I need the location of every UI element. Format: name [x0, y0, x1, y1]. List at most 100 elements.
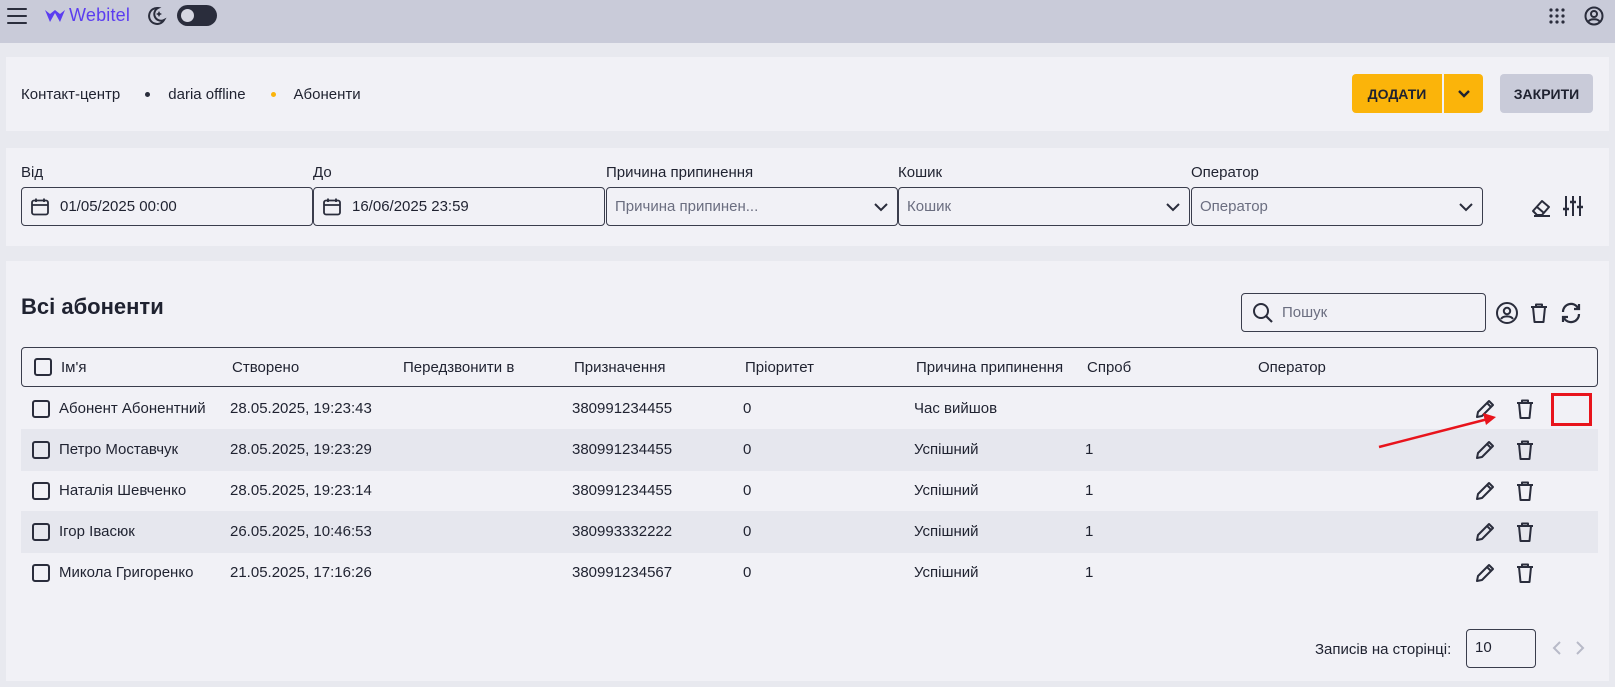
table-row[interactable]: Абонент Абонентний 28.05.2025, 19:23:43 38… — [21, 388, 1598, 430]
add-button[interactable]: ДОДАТИ — [1352, 74, 1442, 113]
account-icon[interactable] — [1584, 6, 1604, 26]
cell-attempts: 1 — [1085, 441, 1094, 458]
cell-destination: 380991234455 — [572, 400, 673, 417]
filter-settings-icon[interactable] — [1562, 194, 1584, 218]
cell-destination: 380991234567 — [572, 564, 673, 581]
reason-placeholder: Причина припинен... — [615, 198, 759, 215]
breadcrumb-item-contact-center[interactable]: Контакт-центр — [21, 86, 120, 103]
column-header-priority[interactable]: Пріоритет — [745, 359, 814, 376]
apps-grid-icon[interactable] — [1549, 8, 1565, 24]
search-input[interactable]: Пошук — [1241, 293, 1486, 332]
clear-filters-icon[interactable] — [1530, 196, 1552, 218]
menu-icon[interactable] — [7, 8, 27, 24]
cell-name: Ігор Івасюк — [59, 523, 135, 540]
row-checkbox[interactable] — [32, 564, 50, 582]
calendar-icon — [323, 198, 341, 215]
header-card: Контакт-центр daria offline Абоненти ДОД… — [6, 57, 1609, 131]
date-from-value: 01/05/2025 00:00 — [60, 198, 177, 215]
highlight-box — [1551, 393, 1592, 426]
cell-attempts: 1 — [1085, 482, 1094, 499]
delete-icon[interactable] — [1513, 438, 1537, 462]
cell-priority: 0 — [743, 564, 752, 581]
breadcrumb: Контакт-центр daria offline Абоненти — [21, 86, 361, 103]
row-checkbox[interactable] — [32, 482, 50, 500]
breadcrumb-item-queue[interactable]: daria offline — [168, 86, 245, 103]
breadcrumb-separator — [270, 92, 276, 97]
cell-name: Наталія Шевченко — [59, 482, 187, 499]
bucket-select[interactable]: Кошик — [898, 187, 1190, 226]
chevron-down-icon — [1457, 89, 1470, 98]
filter-to: До 16/06/2025 23:59 — [313, 164, 605, 226]
chevron-right-icon[interactable] — [1573, 640, 1587, 656]
logo[interactable]: Webitel — [45, 5, 130, 26]
operator-select[interactable]: Оператор — [1191, 187, 1483, 226]
row-checkbox[interactable] — [32, 400, 50, 418]
rows-per-page-select[interactable]: 10 — [1466, 629, 1536, 668]
select-all-checkbox[interactable] — [34, 358, 52, 376]
cell-reason: Успішний — [914, 441, 979, 458]
filter-to-label: До — [313, 164, 332, 181]
column-header-name[interactable]: Ім'я — [61, 359, 86, 376]
top-bar: Webitel — [0, 0, 1615, 43]
filter-bucket-label: Кошик — [898, 164, 943, 181]
cell-priority: 0 — [743, 441, 752, 458]
breadcrumb-item-current: Абоненти — [293, 86, 361, 103]
reset-user-icon[interactable] — [1495, 301, 1519, 325]
filter-from-label: Від — [21, 164, 44, 181]
filter-reason: Причина припинення Причина припинен... — [606, 164, 898, 226]
search-placeholder: Пошук — [1282, 304, 1328, 321]
cell-name: Микола Григоренко — [59, 564, 194, 581]
column-header-destination[interactable]: Призначення — [574, 359, 666, 376]
add-dropdown-button[interactable] — [1444, 74, 1483, 113]
column-header-callback[interactable]: Передзвонити в — [403, 359, 514, 376]
cell-created: 28.05.2025, 19:23:29 — [230, 441, 372, 458]
date-from-field[interactable]: 01/05/2025 00:00 — [21, 187, 313, 226]
delete-all-icon[interactable] — [1527, 301, 1551, 325]
column-header-stop-reason[interactable]: Причина припинення — [916, 359, 1063, 376]
chevron-down-icon — [874, 202, 888, 211]
cell-created: 21.05.2025, 17:16:26 — [230, 564, 372, 581]
chevron-left-icon[interactable] — [1550, 640, 1564, 656]
table-row[interactable]: Микола Григоренко 21.05.2025, 17:16:26 380… — [21, 552, 1598, 594]
refresh-icon[interactable] — [1559, 301, 1583, 325]
breadcrumb-separator — [145, 92, 151, 97]
reason-select[interactable]: Причина припинен... — [606, 187, 898, 226]
cell-destination: 380993332222 — [572, 523, 673, 540]
bucket-placeholder: Кошик — [907, 198, 952, 215]
cell-created: 26.05.2025, 10:46:53 — [230, 523, 372, 540]
delete-icon[interactable] — [1513, 479, 1537, 503]
delete-icon[interactable] — [1513, 561, 1537, 585]
close-button[interactable]: ЗАКРИТИ — [1500, 74, 1593, 113]
cell-reason: Успішний — [914, 482, 979, 499]
search-icon — [1253, 302, 1273, 323]
column-header-operator[interactable]: Оператор — [1258, 359, 1326, 376]
webitel-logo-icon — [45, 9, 65, 22]
cell-attempts: 1 — [1085, 564, 1094, 581]
edit-icon[interactable] — [1473, 438, 1497, 462]
edit-icon[interactable] — [1473, 561, 1497, 585]
page-title: Всі абоненти — [21, 294, 164, 319]
row-checkbox[interactable] — [32, 441, 50, 459]
table-row[interactable]: Ігор Івасюк 26.05.2025, 10:46:53 380993332… — [21, 511, 1598, 553]
row-checkbox[interactable] — [32, 523, 50, 541]
cell-priority: 0 — [743, 523, 752, 540]
cell-reason: Успішний — [914, 564, 979, 581]
cell-reason: Час вийшов — [914, 400, 998, 417]
date-to-field[interactable]: 16/06/2025 23:59 — [313, 187, 605, 226]
table-row[interactable]: Петро Моставчук 28.05.2025, 19:23:29 38099… — [21, 429, 1598, 471]
cell-name: Абонент Абонентний — [59, 400, 206, 417]
theme-toggle[interactable] — [177, 5, 217, 26]
delete-icon[interactable] — [1513, 397, 1537, 421]
edit-icon[interactable] — [1473, 397, 1497, 421]
edit-icon[interactable] — [1473, 479, 1497, 503]
edit-icon[interactable] — [1473, 520, 1497, 544]
cell-destination: 380991234455 — [572, 482, 673, 499]
delete-icon[interactable] — [1513, 520, 1537, 544]
table-row[interactable]: Наталія Шевченко 28.05.2025, 19:23:14 3809… — [21, 470, 1598, 512]
column-header-created[interactable]: Створено — [232, 359, 299, 376]
column-header-attempts[interactable]: Спроб — [1087, 359, 1131, 376]
filter-bucket: Кошик Кошик — [898, 164, 1190, 226]
brand-name: Webitel — [69, 5, 131, 25]
filter-from: Від 01/05/2025 00:00 — [21, 164, 313, 226]
moon-phone-icon — [148, 6, 167, 25]
